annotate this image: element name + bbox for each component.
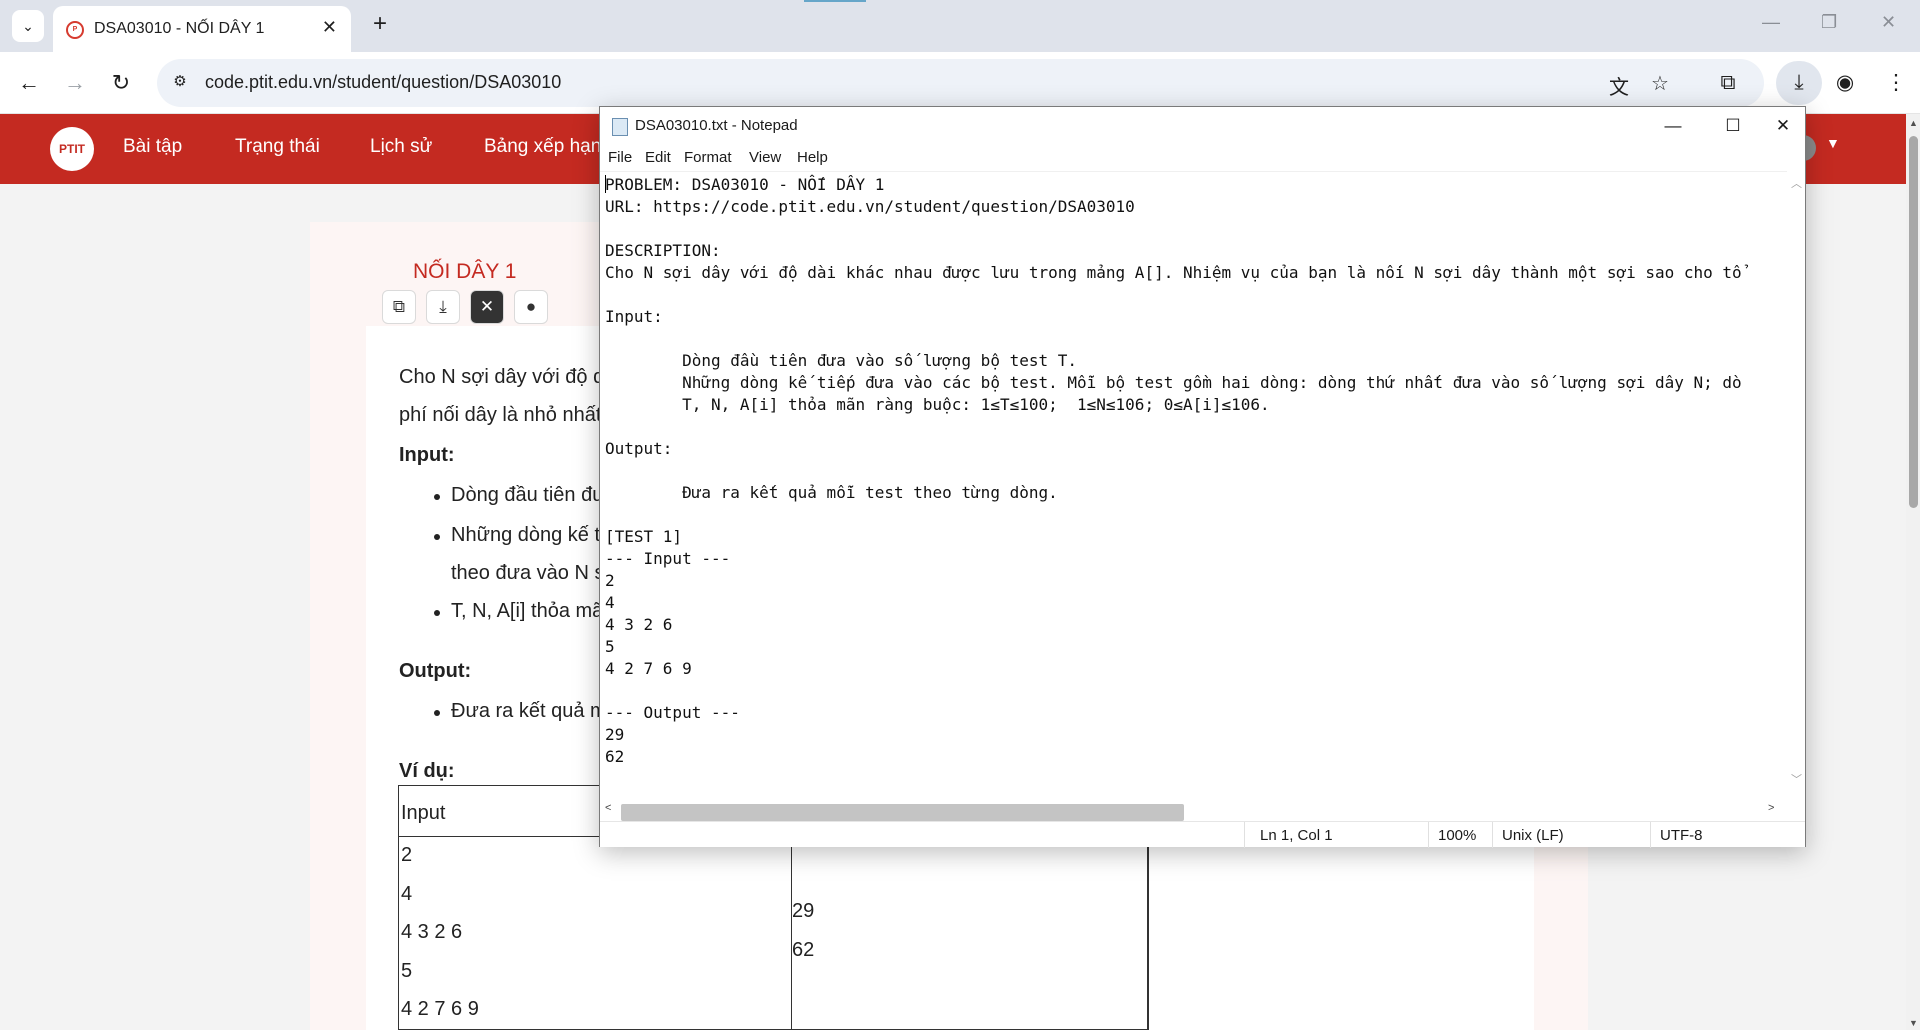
tab-close-icon[interactable]: ✕ [322,17,337,38]
url-text[interactable]: code.ptit.edu.vn/student/question/DSA030… [205,72,561,93]
divider [1492,822,1493,848]
example-input-line: 2 [401,844,413,866]
notepad-text-area[interactable]: PROBLEM: DSA03010 - NỐI DÂY 1 URL: https… [600,171,1787,790]
bullet-icon [434,710,440,716]
bullet-icon [434,494,440,500]
divider [1428,822,1429,848]
input-item-1: Dòng đầu tiên đư [451,484,606,506]
bullet-icon [434,534,440,540]
notepad-maximize-icon[interactable]: ☐ [1710,111,1756,141]
input-item-2: Những dòng kế ti [451,524,605,546]
input-item-3: T, N, A[i] thỏa mã [451,600,604,622]
browser-tab-active[interactable]: P DSA03010 - NỐI DÂY 1 ✕ [53,6,351,52]
scroll-left-icon[interactable]: < [605,802,611,814]
scroll-down-icon[interactable]: ﹀ [1791,771,1802,787]
browser-toolbar: ← → ↻ ⚙ code.ptit.edu.vn/student/questio… [0,52,1920,114]
horizontal-scrollbar-thumb[interactable] [621,804,1184,821]
menu-help[interactable]: Help [797,149,828,166]
download-icon: ⤓ [1794,71,1804,94]
example-input-line: 5 [401,960,413,982]
notepad-minimize-icon[interactable]: — [1650,111,1696,141]
input-item-2-continued: theo đưa vào N s [451,562,605,584]
example-output-line: 62 [792,939,815,961]
chevron-down-icon: ⌄ [22,17,34,34]
notepad-menubar: File Edit Format View Help [600,145,1805,171]
tab-title: DSA03010 - NỐI DÂY 1 [94,20,265,37]
nav-item-trang-thai[interactable]: Trạng thái [235,136,320,158]
notepad-statusbar: Ln 1, Col 1 100% Unix (LF) UTF-8 [600,821,1805,848]
nav-item-bai-tap[interactable]: Bài tập [123,136,182,158]
reload-icon[interactable]: ↻ [104,66,138,100]
notepad-title: DSA03010.txt - Notepad [635,117,798,134]
address-bar[interactable]: ⚙ code.ptit.edu.vn/student/question/DSA0… [157,59,1764,107]
notepad-close-icon[interactable]: ✕ [1760,111,1806,141]
divider [1650,822,1651,848]
input-heading: Input: [399,444,455,466]
extensions-icon[interactable]: ⧉ [1711,66,1745,100]
notepad-file-icon [612,118,628,136]
notepad-window: DSA03010.txt - Notepad — ☐ ✕ File Edit F… [599,106,1806,848]
forward-icon[interactable]: → [58,66,92,100]
favicon-icon: P [66,21,84,39]
copy-icon[interactable]: ⧉ [382,290,416,324]
browser-menu-icon[interactable]: ⋮ [1879,66,1913,100]
output-heading: Output: [399,660,472,682]
window-minimize-icon[interactable]: — [1762,12,1780,33]
example-input-line: 4 2 7 6 9 [401,998,479,1020]
profile-icon[interactable]: ◉ [1828,66,1862,100]
scroll-right-icon[interactable]: > [1768,802,1774,814]
status-encoding: UTF-8 [1660,827,1703,844]
window-close-icon[interactable]: ✕ [1881,12,1896,33]
problem-description-line-1: Cho N sợi dây với độ dà [399,366,616,388]
menu-format[interactable]: Format [684,149,732,166]
scroll-up-icon[interactable]: ▲ [1909,118,1918,128]
divider [1244,822,1245,848]
example-input-line: 4 3 2 6 [401,921,463,943]
new-tab-button[interactable]: + [366,10,394,38]
nav-item-lich-su[interactable]: Lịch sử [370,136,432,158]
download-button[interactable]: ⤓ [1776,61,1822,105]
notepad-vertical-scrollbar[interactable]: ︿ ﹀ [1787,171,1805,790]
scroll-up-icon[interactable]: ︿ [1791,175,1802,191]
menu-file[interactable]: File [608,149,632,166]
example-heading: Ví dụ: [399,760,455,782]
menu-view[interactable]: View [749,149,781,166]
tab-hover-indicator [804,0,866,2]
problem-title: NỐI DÂY 1 [413,260,517,283]
page-scrollbar-thumb[interactable] [1909,136,1918,508]
download-file-icon[interactable]: ⤓ [426,290,460,324]
status-zoom: 100% [1438,827,1477,844]
bookmark-star-icon[interactable]: ☆ [1651,71,1669,96]
menu-edit[interactable]: Edit [645,149,671,166]
scroll-down-icon[interactable]: ▼ [1909,1018,1918,1028]
example-input-header: Input [401,802,446,824]
back-icon[interactable]: ← [12,66,46,100]
translate-icon[interactable]: 文 [1609,71,1629,100]
problem-description-line-2: phí nối dây là nhỏ nhất. [399,404,607,426]
window-restore-icon[interactable]: ❐ [1821,12,1837,33]
example-input-line: 4 [401,883,413,905]
site-logo[interactable]: PTIT [50,127,94,171]
screen: ⌄ P DSA03010 - NỐI DÂY 1 ✕ + — ❐ ✕ ← → ↻… [0,0,1920,1030]
nav-item-bang-xep-hang[interactable]: Bảng xếp hạng [484,136,612,158]
vscode-icon[interactable]: ✕ [470,290,504,324]
caret-down-icon[interactable]: ▼ [1826,135,1840,151]
output-item-1: Đưa ra kết quả m [451,700,607,722]
example-output-line: 29 [792,900,815,922]
notepad-content: PROBLEM: DSA03010 - NỐI DÂY 1 URL: https… [605,175,1742,766]
site-info-icon[interactable]: ⚙ [169,72,191,94]
status-line-ending: Unix (LF) [1502,827,1564,844]
github-icon[interactable]: ● [514,290,548,324]
tab-list-button[interactable]: ⌄ [12,10,44,42]
status-position: Ln 1, Col 1 [1260,827,1333,844]
bullet-icon [434,610,440,616]
browser-tabstrip: ⌄ P DSA03010 - NỐI DÂY 1 ✕ + — ❐ ✕ [0,0,1920,52]
notepad-titlebar[interactable]: DSA03010.txt - Notepad — ☐ ✕ [600,107,1805,145]
notepad-horizontal-scrollbar[interactable]: < > [600,797,1787,821]
